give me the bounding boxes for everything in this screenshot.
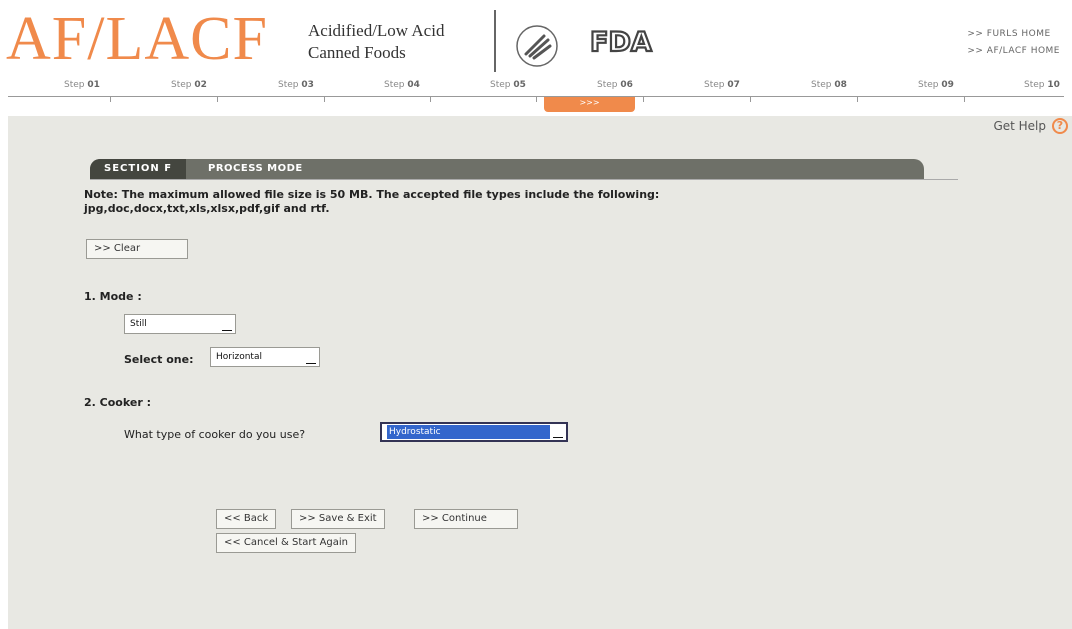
af-lacf-logo: AF/LACF: [6, 5, 268, 73]
step-tick: [750, 96, 751, 102]
step-06[interactable]: Step 06: [597, 80, 633, 90]
step-tick: [324, 96, 325, 102]
step-05[interactable]: Step 05: [490, 80, 526, 90]
mode-select[interactable]: Still: [124, 314, 236, 334]
step-tick: [964, 96, 965, 102]
file-size-note: Note: The maximum allowed file size is 5…: [84, 188, 660, 215]
section-header: SECTION F PROCESS MODE: [90, 159, 924, 179]
orientation-select-value: Horizontal: [216, 352, 262, 362]
header-divider: [494, 10, 496, 72]
step-prefix: Step: [597, 80, 618, 90]
step-number: 01: [87, 80, 100, 90]
step-prefix: Step: [918, 80, 939, 90]
clear-button[interactable]: >> Clear: [86, 239, 188, 259]
logo-subtitle-line2: Canned Foods: [308, 43, 406, 62]
step-prefix: Step: [171, 80, 192, 90]
step-01[interactable]: Step 01: [64, 80, 100, 90]
step-number: 07: [727, 80, 740, 90]
select-one-label: Select one:: [124, 353, 194, 366]
step-number: 05: [513, 80, 526, 90]
step-number: 04: [407, 80, 420, 90]
cooker-question: What type of cooker do you use?: [124, 428, 306, 441]
step-07[interactable]: Step 07: [704, 80, 740, 90]
step-progress-bar: Step 01 Step 02 Step 03 Step 04 Step 05 …: [0, 80, 1072, 112]
step-tick: [110, 96, 111, 102]
step-prefix: Step: [1024, 80, 1045, 90]
aflacf-home-link[interactable]: >> AF/LACF HOME: [967, 43, 1060, 60]
top-links: >> FURLS HOME >> AF/LACF HOME: [967, 26, 1060, 60]
step-09[interactable]: Step 09: [918, 80, 954, 90]
main-panel: Get Help ? SECTION F PROCESS MODE Note: …: [8, 116, 1072, 629]
step-tick: [536, 96, 537, 102]
cooker-select-value: Hydrostatic: [387, 425, 550, 439]
dropdown-arrow-icon: [306, 363, 316, 364]
mode-select-value: Still: [130, 319, 147, 329]
fda-logo-text: FDA: [590, 27, 652, 58]
step-number: 06: [620, 80, 633, 90]
step-prefix: Step: [384, 80, 405, 90]
step-prefix: Step: [64, 80, 85, 90]
cancel-start-again-button[interactable]: << Cancel & Start Again: [216, 533, 357, 553]
cooker-type-select[interactable]: Hydrostatic: [380, 422, 568, 442]
fda-logo: FDA: [590, 26, 653, 58]
back-button[interactable]: << Back: [216, 509, 277, 529]
step-03[interactable]: Step 03: [278, 80, 314, 90]
dropdown-arrow-icon: [222, 330, 232, 331]
hhs-eagle-icon: [516, 25, 558, 67]
step-number: 09: [941, 80, 954, 90]
step-number: 03: [301, 80, 314, 90]
section-underline: [90, 179, 958, 180]
step-number: 10: [1047, 80, 1060, 90]
step-prefix: Step: [704, 80, 725, 90]
page-header: AF/LACF Acidified/Low Acid Canned Foods …: [0, 0, 1072, 78]
step-number: 02: [194, 80, 207, 90]
get-help-label: Get Help: [993, 119, 1046, 133]
dropdown-arrow-icon: [553, 437, 563, 438]
step-04[interactable]: Step 04: [384, 80, 420, 90]
logo-subtitle-line1: Acidified/Low Acid: [308, 21, 445, 40]
save-exit-button[interactable]: >> Save & Exit: [291, 509, 385, 529]
step-tick: [430, 96, 431, 102]
orientation-select[interactable]: Horizontal: [210, 347, 320, 367]
active-step-marker: >>>: [544, 97, 635, 112]
step-number: 08: [834, 80, 847, 90]
cooker-label: 2. Cooker :: [84, 396, 151, 409]
step-08[interactable]: Step 08: [811, 80, 847, 90]
step-tick: [857, 96, 858, 102]
furls-home-link[interactable]: >> FURLS HOME: [967, 26, 1060, 43]
logo-subtitle: Acidified/Low Acid Canned Foods: [308, 20, 444, 64]
mode-label: 1. Mode :: [84, 290, 142, 303]
step-prefix: Step: [278, 80, 299, 90]
step-10[interactable]: Step 10: [1024, 80, 1060, 90]
continue-button[interactable]: >> Continue: [414, 509, 518, 529]
section-tab: SECTION F: [90, 159, 187, 179]
step-prefix: Step: [811, 80, 832, 90]
step-02[interactable]: Step 02: [171, 80, 207, 90]
section-title: PROCESS MODE: [208, 163, 303, 174]
step-prefix: Step: [490, 80, 511, 90]
step-tick: [217, 96, 218, 102]
step-tick: [643, 96, 644, 102]
get-help-link[interactable]: Get Help ?: [993, 118, 1068, 134]
help-icon[interactable]: ?: [1052, 118, 1068, 134]
